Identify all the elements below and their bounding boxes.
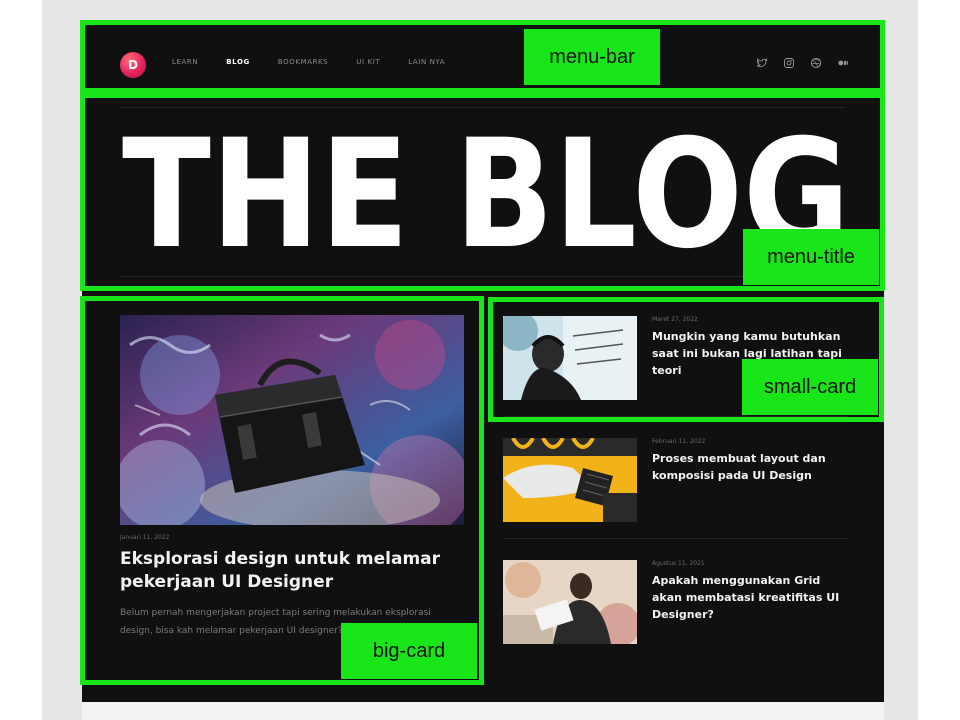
big-card-annotation-label: big-card — [341, 623, 477, 679]
medium-icon[interactable] — [836, 56, 850, 70]
post-card-3[interactable]: Agustus 11, 2021 Apakah menggunakan Grid… — [503, 560, 848, 644]
featured-post-title[interactable]: Eksplorasi design untuk melamar pekerjaa… — [120, 548, 450, 594]
featured-post-date: Januari 11, 2022 — [120, 534, 170, 541]
page-bottom-strip — [82, 702, 884, 720]
menu-title-annotation-label: menu-title — [743, 229, 879, 285]
post-divider-1 — [503, 416, 848, 417]
header-divider-bottom — [120, 276, 846, 277]
nav-item-lain-nya[interactable]: LAIN NYA — [408, 58, 445, 66]
header-divider-top — [120, 107, 846, 108]
logo-letter: D — [128, 58, 138, 72]
post-card-2-date: Februari 11, 2022 — [652, 438, 706, 445]
small-card-annotation-label: small-card — [742, 359, 878, 415]
post-card-2-image[interactable] — [503, 438, 637, 522]
logo[interactable]: D — [120, 52, 146, 78]
post-card-2-title[interactable]: Proses membuat layout dan komposisi pada… — [652, 450, 852, 484]
featured-post-image[interactable] — [120, 315, 464, 525]
main-nav: LEARN BLOG BOOKMARKS UI KIT LAIN NYA — [172, 58, 473, 66]
page-title-text: THE BLOG — [122, 120, 850, 260]
post-card-1-image[interactable] — [503, 316, 637, 400]
nav-item-bookmarks[interactable]: BOOKMARKS — [278, 58, 328, 66]
instagram-icon[interactable] — [782, 56, 796, 70]
post-card-3-image[interactable] — [503, 560, 637, 644]
post-card-3-date: Agustus 11, 2021 — [652, 560, 705, 567]
post-card-3-title[interactable]: Apakah menggunakan Grid akan membatasi k… — [652, 572, 852, 623]
post-card-1-date: Maret 27, 2022 — [652, 316, 698, 323]
nav-item-blog[interactable]: BLOG — [226, 58, 250, 66]
menu-bar-annotation-label: menu-bar — [524, 29, 660, 85]
dribbble-icon[interactable] — [809, 56, 823, 70]
twitter-icon[interactable] — [755, 56, 769, 70]
nav-item-ui-kit[interactable]: UI KIT — [356, 58, 380, 66]
post-divider-2 — [503, 538, 848, 539]
post-card-2[interactable]: Februari 11, 2022 Proses membuat layout … — [503, 438, 848, 522]
social-links — [755, 56, 850, 70]
nav-item-learn[interactable]: LEARN — [172, 58, 198, 66]
